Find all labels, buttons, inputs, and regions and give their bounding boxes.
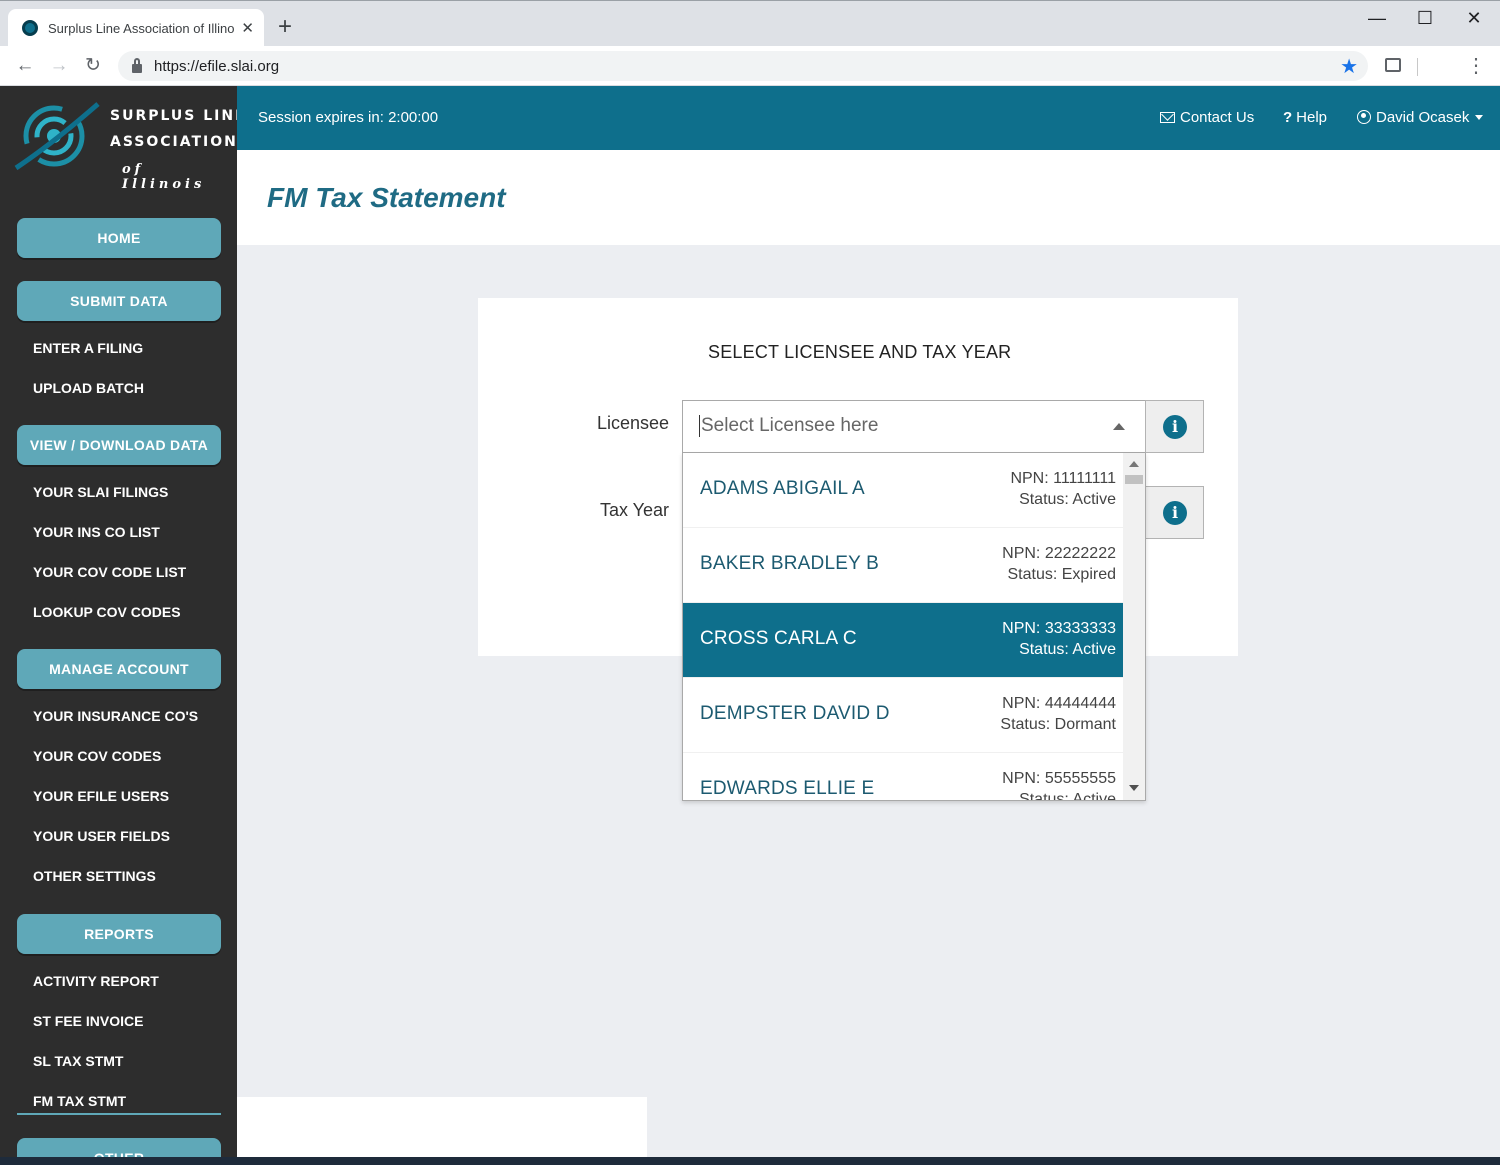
licensee-option[interactable]: ADAMS ABIGAIL A NPN: 11111111 Status: Ac… <box>683 453 1123 528</box>
licensee-option-npn: NPN: 11111111 <box>1010 470 1116 487</box>
licensee-option-name: EDWARDS ELLIE E <box>700 778 875 799</box>
tax-year-info-button[interactable]: i <box>1145 486 1204 539</box>
cast-icon[interactable] <box>1385 58 1401 72</box>
licensee-option-status: Status: Active <box>1019 641 1116 658</box>
logo-line-3: of Illinois <box>122 162 206 192</box>
tab-close-icon[interactable]: ✕ <box>241 19 254 37</box>
licensee-info-button[interactable]: i <box>1145 400 1204 453</box>
licensee-dropdown: ADAMS ABIGAIL A NPN: 11111111 Status: Ac… <box>682 453 1146 801</box>
footer-panel <box>237 1097 647 1157</box>
licensee-option-name: BAKER BRADLEY B <box>700 553 880 574</box>
info-icon: i <box>1163 501 1187 525</box>
scroll-thumb[interactable] <box>1125 475 1143 484</box>
dropdown-scrollbar[interactable] <box>1123 453 1145 800</box>
sidebar-item-efile-users[interactable]: YOUR EFILE USERS <box>33 788 169 804</box>
scroll-down-icon[interactable] <box>1129 785 1139 791</box>
address-bar[interactable]: https://efile.slai.org ★ <box>118 51 1368 81</box>
page-title-area: FM Tax Statement <box>237 150 1500 245</box>
licensee-option-name: DEMPSTER DAVID D <box>700 703 890 724</box>
licensee-option-name: ADAMS ABIGAIL A <box>700 478 865 499</box>
new-tab-button[interactable]: + <box>278 13 292 41</box>
logo-swirl-icon <box>14 102 100 171</box>
submit-data-button[interactable]: SUBMIT DATA <box>17 281 221 321</box>
sidebar: SURPLUS LINE ASSOCIATION of Illinois HOM… <box>0 86 237 1165</box>
licensee-option-status: Status: Expired <box>1007 566 1117 583</box>
licensee-option-name: CROSS CARLA C <box>700 628 857 649</box>
licensee-option-npn: NPN: 33333333 <box>1002 620 1116 637</box>
sidebar-item-cov-code-list[interactable]: YOUR COV CODE LIST <box>33 564 186 580</box>
lock-icon <box>132 57 142 73</box>
sidebar-item-st-fee-invoice[interactable]: ST FEE INVOICE <box>33 1013 143 1029</box>
reload-icon[interactable]: ↻ <box>79 52 107 80</box>
licensee-option-npn: NPN: 22222222 <box>1002 545 1116 562</box>
licensee-option-npn: NPN: 44444444 <box>1002 695 1116 712</box>
sidebar-item-upload-batch[interactable]: UPLOAD BATCH <box>33 380 144 396</box>
logo-line-1: SURPLUS LINE <box>110 108 237 124</box>
sidebar-item-other-settings[interactable]: OTHER SETTINGS <box>33 868 156 884</box>
licensee-option[interactable]: EDWARDS ELLIE E NPN: 55555555 Status: Ac… <box>683 753 1123 801</box>
licensee-options-list: ADAMS ABIGAIL A NPN: 11111111 Status: Ac… <box>683 453 1123 801</box>
chevron-down-icon <box>1475 115 1484 120</box>
contact-us-label: Contact Us <box>1180 109 1255 126</box>
browser-tabstrip: Surplus Line Association of Illinois ✕ +… <box>0 0 1500 47</box>
back-icon[interactable]: ← <box>11 52 39 80</box>
licensee-label: Licensee <box>597 413 670 433</box>
tax-year-label: Tax Year <box>600 500 670 520</box>
user-circle-icon <box>1357 110 1371 124</box>
licensee-option-status: Status: Dormant <box>1000 716 1116 733</box>
user-name: David Ocasek <box>1376 109 1470 126</box>
manage-account-button[interactable]: MANAGE ACCOUNT <box>17 649 221 689</box>
licensee-option-status: Status: Active <box>1019 791 1116 801</box>
licensee-option[interactable]: BAKER BRADLEY B NPN: 22222222 Status: Ex… <box>683 528 1123 603</box>
url-text[interactable]: https://efile.slai.org <box>154 58 279 75</box>
minimize-button[interactable]: — <box>1354 5 1400 31</box>
bookmark-star-icon[interactable]: ★ <box>1340 54 1358 79</box>
header-bar: Session expires in: 2:00:00 Contact Us ?… <box>237 86 1500 150</box>
sidebar-item-enter-filing[interactable]: ENTER A FILING <box>33 340 143 356</box>
close-window-button[interactable]: ✕ <box>1451 5 1497 31</box>
logo-line-2: ASSOCIATION <box>110 134 237 150</box>
licensee-option-npn: NPN: 55555555 <box>1002 770 1116 787</box>
sidebar-item-insurance-cos[interactable]: YOUR INSURANCE CO'S <box>33 708 198 724</box>
licensee-select[interactable]: Select Licensee here <box>682 400 1146 453</box>
browser-tab[interactable]: Surplus Line Association of Illinois ✕ <box>8 9 264 47</box>
view-download-data-button[interactable]: VIEW / DOWNLOAD DATA <box>17 425 221 465</box>
browser-toolbar: ← → ↻ https://efile.slai.org ★ ⋮ <box>0 46 1500 86</box>
user-menu[interactable]: David Ocasek <box>1357 109 1484 126</box>
card-heading: SELECT LICENSEE AND TAX YEAR <box>708 342 1012 362</box>
licensee-option-highlighted[interactable]: CROSS CARLA C NPN: 33333333 Status: Acti… <box>683 603 1123 678</box>
browser-menu-icon[interactable]: ⋮ <box>1466 52 1486 80</box>
maximize-button[interactable]: ☐ <box>1402 5 1448 31</box>
licensee-option-status: Status: Active <box>1019 491 1116 508</box>
slai-logo[interactable]: SURPLUS LINE ASSOCIATION of Illinois <box>12 94 237 192</box>
mail-icon <box>1160 112 1175 123</box>
sidebar-item-user-fields[interactable]: YOUR USER FIELDS <box>33 828 170 844</box>
sidebar-item-slai-filings[interactable]: YOUR SLAI FILINGS <box>33 484 168 500</box>
info-icon: i <box>1163 415 1187 439</box>
sidebar-item-sl-tax-stmt[interactable]: SL TAX STMT <box>33 1053 123 1069</box>
taskbar-strip <box>0 1157 1500 1165</box>
sidebar-item-activity-report[interactable]: ACTIVITY REPORT <box>33 973 159 989</box>
toolbar-divider <box>1417 58 1418 76</box>
active-item-underline <box>17 1113 221 1115</box>
reports-button[interactable]: REPORTS <box>17 914 221 954</box>
favicon-icon <box>22 20 38 36</box>
contact-us-link[interactable]: Contact Us <box>1160 109 1254 126</box>
forward-icon[interactable]: → <box>45 52 73 80</box>
sidebar-item-cov-codes[interactable]: YOUR COV CODES <box>33 748 161 764</box>
scroll-up-icon[interactable] <box>1129 461 1139 467</box>
sidebar-item-fm-tax-stmt[interactable]: FM TAX STMT <box>33 1093 126 1109</box>
help-link[interactable]: ? Help <box>1283 109 1327 126</box>
licensee-option[interactable]: DEMPSTER DAVID D NPN: 44444444 Status: D… <box>683 678 1123 753</box>
sidebar-item-lookup-cov-codes[interactable]: LOOKUP COV CODES <box>33 604 181 620</box>
tab-title: Surplus Line Association of Illinois <box>48 20 236 36</box>
chevron-up-icon[interactable] <box>1113 423 1125 430</box>
session-timer: Session expires in: 2:00:00 <box>258 109 439 126</box>
help-label: Help <box>1296 109 1328 126</box>
page-title: FM Tax Statement <box>267 182 506 213</box>
sidebar-item-ins-co-list[interactable]: YOUR INS CO LIST <box>33 524 160 540</box>
home-button[interactable]: HOME <box>17 218 221 258</box>
question-icon: ? <box>1283 109 1293 126</box>
licensee-search-input[interactable]: Select Licensee here <box>699 415 878 437</box>
